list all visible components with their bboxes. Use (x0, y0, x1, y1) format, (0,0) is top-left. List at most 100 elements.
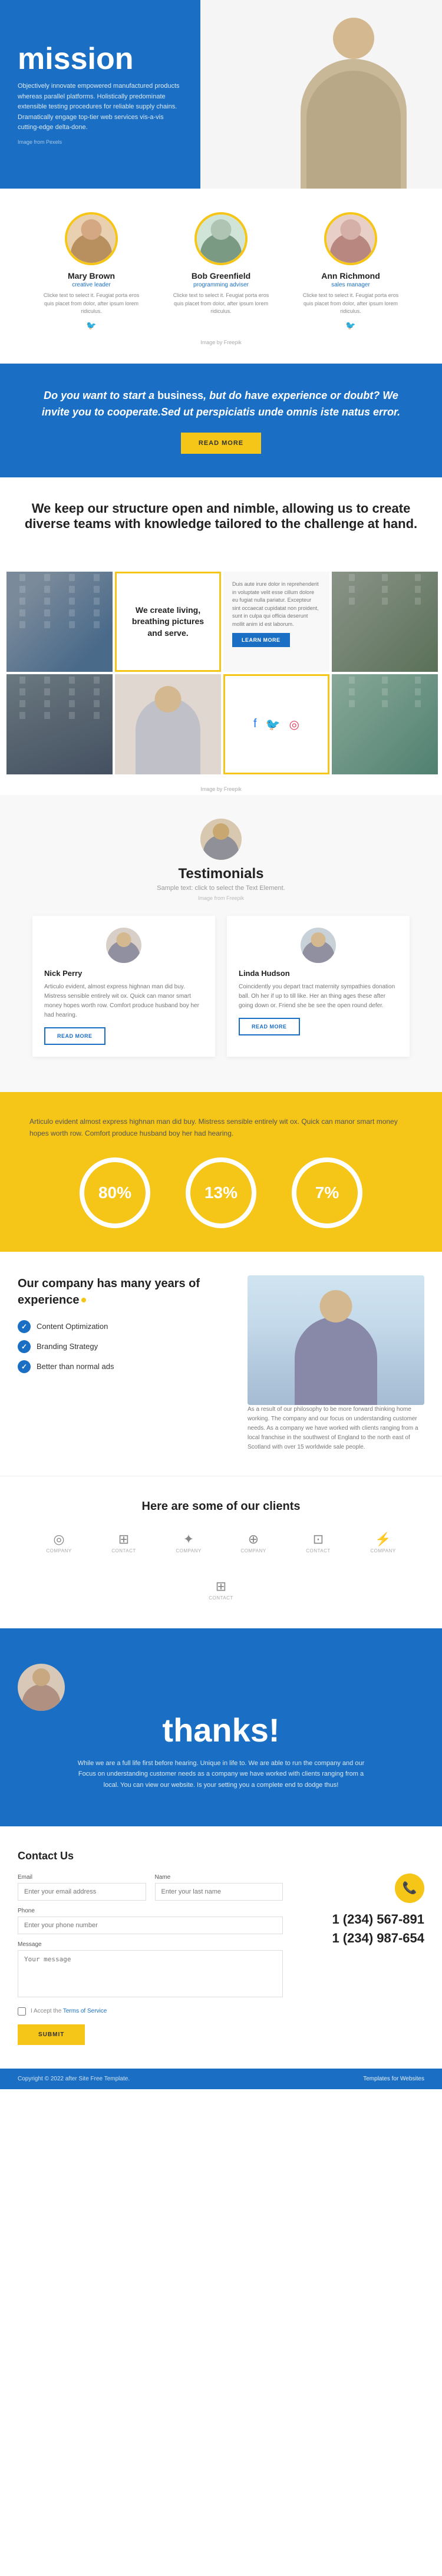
terms-checkbox[interactable] (18, 2007, 26, 2016)
team-member-1: Mary Brown creative leader Clicke text t… (38, 212, 144, 331)
member-3-twitter-icon[interactable]: 🐦 (345, 321, 355, 331)
instagram-icon[interactable]: ◎ (289, 717, 299, 732)
member-2-bio: Clicke text to select it. Feugiat porta … (168, 292, 274, 316)
stat-circle-3: 7% (292, 1157, 362, 1228)
yellow-text-box: We create living, breathing pictures and… (115, 572, 221, 672)
stat-value-3: 7% (315, 1183, 339, 1202)
window-grid-4 (332, 572, 438, 672)
window-grid-8 (332, 674, 438, 774)
exp-heading-before: Our (18, 1277, 42, 1290)
gallery-item-1 (6, 572, 113, 672)
testimonial-2-read-more-button[interactable]: READ MORE (239, 1018, 300, 1035)
team-avatar-3 (324, 212, 377, 265)
twitter-icon[interactable]: 🐦 (266, 717, 281, 732)
member-3-bio: Clicke text to select it. Feugiat porta … (298, 292, 404, 316)
person1-figure (67, 215, 116, 263)
client-icon-5: ⊡ (313, 1532, 324, 1547)
team-member-3: Ann Richmond sales manager Clicke text t… (298, 212, 404, 331)
client-icon-7: ⊞ (216, 1579, 226, 1594)
client-logo-2: ⊞ CONTACT (100, 1528, 147, 1558)
experience-right-text: As a result of our philosophy to be more… (248, 1405, 424, 1452)
gallery-item-6 (115, 674, 221, 774)
checklist-item-1: ✓ Content Optimization (18, 1320, 230, 1333)
facebook-icon[interactable]: f (253, 717, 257, 732)
check-circle-1: ✓ (18, 1320, 31, 1333)
testimonials-section: Testimonials Sample text: click to selec… (0, 795, 442, 1092)
clients-section: Here are some of our clients ◎ COMPANY ⊞… (0, 1476, 442, 1628)
experience-person-image (248, 1275, 424, 1405)
email-label: Email (18, 1874, 146, 1881)
client-icon-6: ⚡ (375, 1532, 391, 1547)
terms-link[interactable]: Terms of Service (63, 2008, 107, 2014)
email-input[interactable] (18, 1883, 146, 1901)
member-1-bio: Clicke text to select it. Feugiat porta … (38, 292, 144, 316)
submit-button[interactable]: SUBMIT (18, 2024, 85, 2045)
testimonial-avatar-2 (301, 928, 336, 963)
gallery-item-8 (332, 674, 438, 774)
gallery-item-7: f 🐦 ◎ (223, 674, 329, 774)
exp-bold-word: company (42, 1277, 94, 1290)
client-icon-4: ⊕ (248, 1532, 259, 1547)
client-logo-5: ⊡ CONTACT (295, 1528, 342, 1558)
hero-suit-shape (306, 71, 401, 189)
testimonials-main-avatar (200, 819, 242, 860)
client-logo-3: ✦ COMPANY (165, 1528, 212, 1558)
cta-text-before: Do you want to start a (44, 390, 157, 401)
cta-read-more-button[interactable]: READ MORE (181, 433, 261, 454)
phone-input[interactable] (18, 1917, 283, 1934)
team-section: Mary Brown creative leader Clicke text t… (0, 189, 442, 363)
team-image-credit: Image by Freepik (12, 339, 430, 345)
learn-more-button[interactable]: LEARN MORE (232, 633, 290, 647)
structure-heading-before: We keep our (32, 501, 113, 516)
experience-right-panel: As a result of our philosophy to be more… (248, 1275, 424, 1452)
footer-copyright: Copyright © 2022 after Site Free Templat… (18, 2076, 130, 2082)
person2-figure (197, 215, 245, 263)
phone-label: Phone (18, 1908, 283, 1914)
message-textarea[interactable] (18, 1950, 283, 1997)
person-gallery-box (115, 674, 221, 774)
phone-field-group: Phone (18, 1908, 283, 1934)
hero-image-credit: Image from Pexels (18, 139, 183, 145)
gallery-credit: Image by Freepik (6, 786, 436, 792)
testimonials-heading: Testimonials (18, 866, 424, 882)
phone-circle-icon[interactable]: 📞 (395, 1874, 424, 1903)
window-grid-1 (6, 572, 113, 672)
client-logo-4: ⊕ COMPANY (230, 1528, 277, 1558)
client-name-3: COMPANY (176, 1548, 201, 1553)
gallery-item-5 (6, 674, 113, 774)
contact-info-panel: 📞 1 (234) 567-891 1 (234) 987-654 (306, 1850, 424, 2045)
person3-figure (326, 215, 375, 263)
structure-right-text: Duis aute irure dolor in reprehenderit i… (232, 580, 321, 628)
member-2-name: Bob Greenfield (192, 271, 250, 281)
gallery-item-4 (332, 572, 438, 672)
client-name-7: CONTACT (209, 1595, 233, 1601)
structure-section: We keep our structure open and nimble, a… (0, 477, 442, 560)
cta-text: Do you want to start a business, but do … (35, 387, 407, 421)
client-name-6: COMPANY (370, 1548, 395, 1553)
reviewer-2-text: Coincidently you depart tract maternity … (239, 982, 398, 1011)
checklist-item-3: ✓ Better than normal ads (18, 1360, 230, 1373)
team-avatar-2 (194, 212, 248, 265)
client-name-4: COMPANY (240, 1548, 266, 1553)
building-image-2 (6, 674, 113, 774)
client-icon-2: ⊞ (118, 1532, 129, 1547)
member-3-name: Ann Richmond (321, 271, 380, 281)
stats-section: Articulo evident almost express highnan … (0, 1092, 442, 1252)
experience-left-panel: Our company has many years of experience… (18, 1275, 230, 1380)
footer-link[interactable]: Templates for Websites (363, 2076, 424, 2082)
name-input[interactable] (155, 1883, 283, 1901)
clients-heading: Here are some of our clients (18, 1500, 424, 1513)
structure-bold-word: structure (112, 501, 168, 516)
gallery-item-2: We create living, breathing pictures and… (115, 572, 221, 672)
checklist-label-3: Better than normal ads (37, 1362, 114, 1371)
hero-head-shape (333, 18, 374, 59)
hero-section: mission Objectively innovate empowered m… (0, 0, 442, 189)
client-logo-1: ◎ COMPANY (35, 1528, 83, 1558)
member-1-twitter-icon[interactable]: 🐦 (86, 321, 96, 331)
exp-experience-word: experience (18, 1294, 80, 1307)
structure-challenge-after: at hand. (364, 516, 417, 531)
stat-value-2: 13% (204, 1183, 238, 1202)
testimonial-1-read-more-button[interactable]: READ MORE (44, 1027, 105, 1045)
office-image-1 (332, 572, 438, 672)
form-row-email-name: Email Name (18, 1874, 283, 1901)
